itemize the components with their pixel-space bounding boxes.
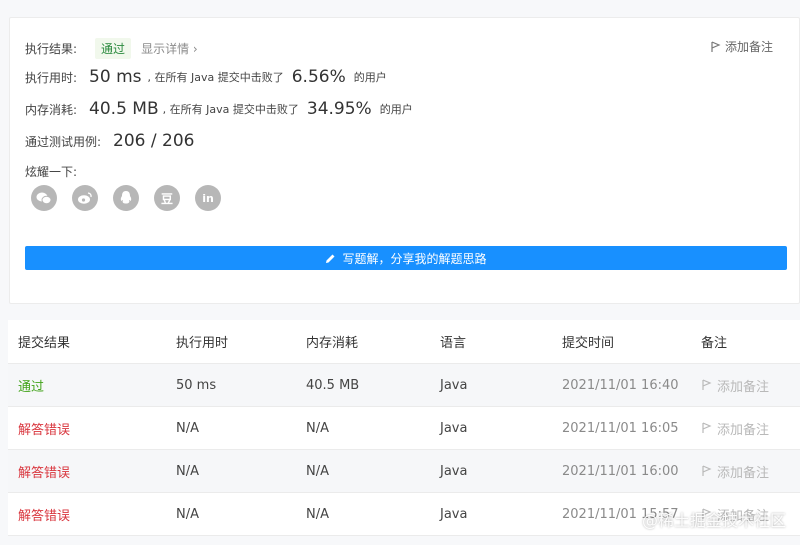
- write-solution-button[interactable]: 写题解，分享我的解题思路: [25, 246, 787, 270]
- result-cell[interactable]: 通过: [8, 363, 176, 407]
- flag-icon: [702, 465, 712, 476]
- memory-cell: 40.5 MB: [306, 363, 440, 407]
- time-cell: 2021/11/01 16:00: [562, 449, 701, 493]
- note-cell[interactable]: 添加备注: [701, 363, 800, 407]
- result-cell[interactable]: 解答错误: [8, 406, 176, 450]
- share-row: 炫耀一下:: [25, 163, 77, 180]
- add-note-label: 添加备注: [717, 379, 770, 395]
- table-row[interactable]: 通过 50 ms 40.5 MB Java 2021/11/01 16:40 添…: [8, 363, 800, 407]
- add-note-label: 添加备注: [717, 465, 770, 481]
- tests-label: 通过测试用例:: [25, 134, 102, 149]
- header-language: 语言: [440, 320, 562, 364]
- douban-icon[interactable]: 豆: [154, 185, 180, 211]
- header-runtime: 执行用时: [176, 320, 306, 364]
- submissions-table: 提交结果 执行用时 内存消耗 语言 提交时间 备注 通过 50 ms 40.5 …: [8, 320, 800, 536]
- submission-result-panel: 执行结果: 通过 显示详情 › 添加备注 执行用时: 50 ms , 在所有 J…: [9, 17, 800, 304]
- tests-value: 206 / 206: [113, 131, 195, 151]
- memory-percent: 34.95%: [306, 99, 372, 119]
- add-note-label: 添加备注: [724, 40, 773, 54]
- memory-cell: N/A: [306, 406, 440, 450]
- language-cell: Java: [440, 449, 562, 493]
- table-row[interactable]: 解答错误 N/A N/A Java 2021/11/01 16:05 添加备注: [8, 406, 800, 450]
- header-memory: 内存消耗: [306, 320, 440, 364]
- linkedin-icon[interactable]: in: [195, 185, 221, 211]
- runtime-label: 执行用时:: [25, 70, 78, 85]
- header-time: 提交时间: [562, 320, 701, 364]
- weibo-icon[interactable]: [72, 185, 98, 211]
- memory-cell: N/A: [306, 492, 440, 536]
- wechat-icon[interactable]: [31, 185, 57, 211]
- note-cell[interactable]: 添加备注: [701, 406, 800, 450]
- memory-mid: , 在所有 Java 提交中击败了: [162, 103, 299, 116]
- status-badge: 通过: [95, 38, 132, 59]
- time-cell: 2021/11/01 16:40: [562, 363, 701, 407]
- memory-cell: N/A: [306, 449, 440, 493]
- language-cell: Java: [440, 492, 562, 536]
- header-result: 提交结果: [8, 320, 176, 364]
- time-cell: 2021/11/01 16:05: [562, 406, 701, 450]
- runtime-cell: N/A: [176, 492, 306, 536]
- table-row[interactable]: 解答错误 N/A N/A Java 2021/11/01 16:00 添加备注: [8, 449, 800, 493]
- runtime-cell: 50 ms: [176, 363, 306, 407]
- share-icons: 豆 in: [31, 185, 221, 211]
- write-solution-label: 写题解，分享我的解题思路: [342, 251, 487, 266]
- runtime-percent: 6.56%: [291, 67, 346, 87]
- add-note-label: 添加备注: [717, 422, 770, 438]
- language-cell: Java: [440, 363, 562, 407]
- language-cell: Java: [440, 406, 562, 450]
- runtime-cell: N/A: [176, 449, 306, 493]
- qq-icon[interactable]: [113, 185, 139, 211]
- exec-result-label: 执行结果:: [25, 42, 78, 56]
- memory-value: 40.5 MB: [89, 99, 159, 119]
- note-cell[interactable]: 添加备注: [701, 449, 800, 493]
- runtime-cell: N/A: [176, 406, 306, 450]
- runtime-row: 执行用时: 50 ms , 在所有 Java 提交中击败了 6.56% 的用户: [25, 67, 387, 87]
- flag-icon: [702, 422, 712, 433]
- show-details-link[interactable]: 显示详情 ›: [141, 40, 198, 57]
- runtime-suffix: 的用户: [353, 71, 387, 84]
- exec-result-row: 执行结果: 通过 显示详情 ›: [25, 38, 198, 59]
- memory-label: 内存消耗:: [25, 102, 78, 117]
- runtime-mid: , 在所有 Java 提交中击败了: [147, 71, 284, 84]
- pencil-icon: [326, 254, 335, 263]
- watermark: @稀土掘金技术社区: [641, 511, 786, 530]
- add-note-button[interactable]: 添加备注: [710, 38, 773, 55]
- tests-row: 通过测试用例: 206 / 206: [25, 131, 194, 151]
- share-label: 炫耀一下:: [25, 165, 78, 179]
- flag-icon: [711, 40, 721, 52]
- result-cell[interactable]: 解答错误: [8, 492, 176, 536]
- header-note: 备注: [701, 320, 800, 364]
- memory-suffix: 的用户: [379, 103, 413, 116]
- runtime-value: 50 ms: [89, 67, 142, 87]
- flag-icon: [702, 379, 712, 390]
- table-header: 提交结果 执行用时 内存消耗 语言 提交时间 备注: [8, 320, 800, 364]
- result-cell[interactable]: 解答错误: [8, 449, 176, 493]
- memory-row: 内存消耗: 40.5 MB , 在所有 Java 提交中击败了 34.95% 的…: [25, 99, 413, 119]
